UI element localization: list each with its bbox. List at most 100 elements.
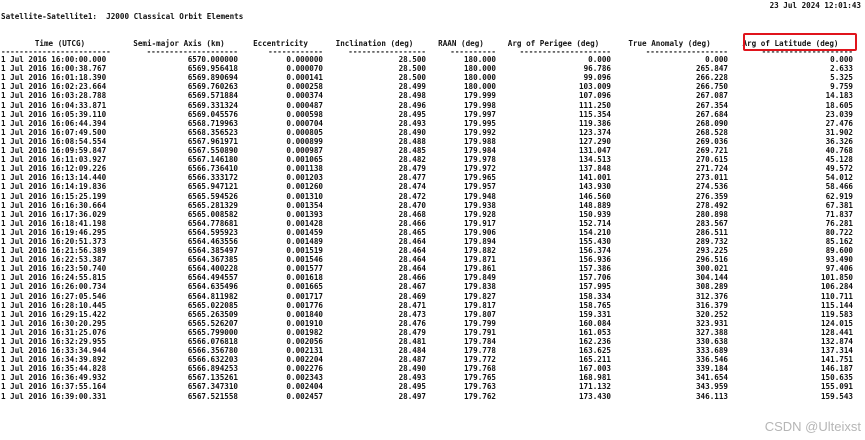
table-cell: 293.225 [695,246,728,256]
table-cell: 180.000 [463,55,496,65]
table-cell: 0.000987 [286,146,323,156]
table-cell: 1 Jul 2016 16:01:18.390 [1,73,107,83]
table-cell: 6564.595923 [187,227,238,237]
table-cell: 28.469 [398,291,426,301]
table-row: 1 Jul 2016 16:04:33.871 6569.331324 0.0004… [0,101,853,110]
table-cell: 28.479 [398,327,426,337]
table-cell: 171.132 [578,382,611,392]
table-cell: 179.894 [463,236,496,246]
table-cell: 6565.799000 [187,327,238,337]
table-cell: 341.654 [695,373,728,383]
table-cell: 0.001546 [286,255,323,265]
table-cell: 28.464 [398,264,426,274]
table-cell: 6565.947121 [187,182,238,192]
table-cell: 1 Jul 2016 16:12:09.226 [1,164,107,174]
table-cell: 14.183 [825,91,853,101]
table-cell: 179.998 [463,100,496,110]
table-cell: 0.001310 [286,191,323,201]
column-underline: -------------------- [519,47,611,57]
table-cell: 179.768 [463,364,496,374]
column-underline-row: ------------------------ ----------------… [0,47,853,57]
table-cell: 156.936 [578,255,611,265]
table-cell: 179.784 [463,337,496,346]
table-row: 1 Jul 2016 16:02:23.664 6569.760263 0.0002… [0,82,853,91]
table-cell: 1 Jul 2016 16:27:05.546 [1,291,107,301]
table-cell: 6564.778681 [187,218,238,228]
table-row: 1 Jul 2016 16:32:29.955 6566.076818 0.0020… [0,337,853,346]
table-cell: 28.466 [398,218,426,228]
table-cell: 0.000141 [286,73,323,83]
table-cell: 1 Jul 2016 16:19:46.295 [1,227,107,237]
table-cell: 23.039 [825,109,853,119]
table-cell: 107.096 [578,91,611,101]
table-cell: 89.600 [825,246,853,256]
table-cell: 6564.367385 [187,255,238,265]
table-cell: 179.917 [463,218,496,228]
table-cell: 28.467 [398,282,426,292]
table-cell: 6566.632203 [187,355,238,365]
table-cell: 141.751 [820,355,853,365]
table-row: 1 Jul 2016 16:20:51.373 6564.463556 0.0014… [0,237,853,246]
table-cell: 36.326 [825,136,853,146]
table-cell: 85.162 [825,236,853,246]
table-cell: 101.850 [820,273,853,283]
table-row: 1 Jul 2016 16:01:18.390 6569.890694 0.0001… [0,73,853,82]
table-cell: 271.724 [695,164,728,174]
table-cell: 0.001577 [286,264,323,274]
table-cell: 154.210 [578,227,611,237]
table-cell: 31.902 [825,127,853,137]
table-cell: 28.495 [398,382,426,392]
table-cell: 6564.385497 [187,246,238,256]
table-cell: 6565.008582 [187,209,238,219]
table-cell: 0.001203 [286,173,323,183]
table-cell: 0.000070 [286,64,323,74]
table-cell: 165.211 [578,355,611,365]
table-cell: 1 Jul 2016 16:17:36.029 [1,209,107,219]
table-cell: 0.002276 [286,364,323,374]
table-cell: 266.750 [695,82,728,92]
table-cell: 137.314 [820,346,853,356]
table-cell: 1 Jul 2016 16:15:25.199 [1,191,107,201]
table-cell: 163.625 [578,346,611,356]
table-cell: 28.499 [398,82,426,92]
table-cell: 320.252 [695,309,728,319]
table-cell: 6569.956418 [187,64,238,74]
table-cell: 106.284 [820,282,853,292]
table-cell: 1 Jul 2016 16:39:00.331 [1,391,107,401]
table-row: 1 Jul 2016 16:09:59.847 6567.550890 0.0009… [0,146,853,155]
table-cell: 6570.000000 [187,55,238,65]
table-cell: 159.331 [578,309,611,319]
table-cell: 6567.146180 [187,155,238,165]
table-cell: 179.827 [463,291,496,301]
column-underline: ---------- [450,47,496,57]
table-cell: 1 Jul 2016 16:04:33.871 [1,100,107,110]
table-cell: 28.464 [398,246,426,256]
table-cell: 6566.333172 [187,173,238,183]
table-row: 1 Jul 2016 16:13:14.440 6566.333172 0.0012… [0,173,853,182]
table-cell: 1 Jul 2016 16:16:30.664 [1,200,107,210]
table-cell: 54.012 [825,173,853,183]
table-row: 1 Jul 2016 16:00:38.767 6569.956418 0.0000… [0,64,853,73]
table-cell: 339.184 [695,364,728,374]
table-cell: 6565.594526 [187,191,238,201]
table-cell: 346.113 [695,391,728,401]
table-cell: 62.919 [825,191,853,201]
table-cell: 0.000805 [286,127,323,137]
table-cell: 179.778 [463,346,496,356]
table-cell: 28.500 [398,64,426,74]
table-cell: 115.354 [578,109,611,119]
table-cell: 1 Jul 2016 16:09:59.847 [1,146,107,156]
arg-of-latitude-highlight-box [743,33,857,51]
table-cell: 27.476 [825,118,853,128]
table-cell: 327.388 [695,327,728,337]
table-cell: 180.000 [463,82,496,92]
column-underline: -------------------- [146,47,238,57]
table-cell: 157.706 [578,273,611,283]
table-cell: 343.959 [695,382,728,392]
table-cell: 0.002131 [286,346,323,356]
table-cell: 269.721 [695,146,728,156]
table-cell: 28.466 [398,273,426,283]
table-cell: 119.386 [578,118,611,128]
table-cell: 0.001982 [286,327,323,337]
table-cell: 270.615 [695,155,728,165]
